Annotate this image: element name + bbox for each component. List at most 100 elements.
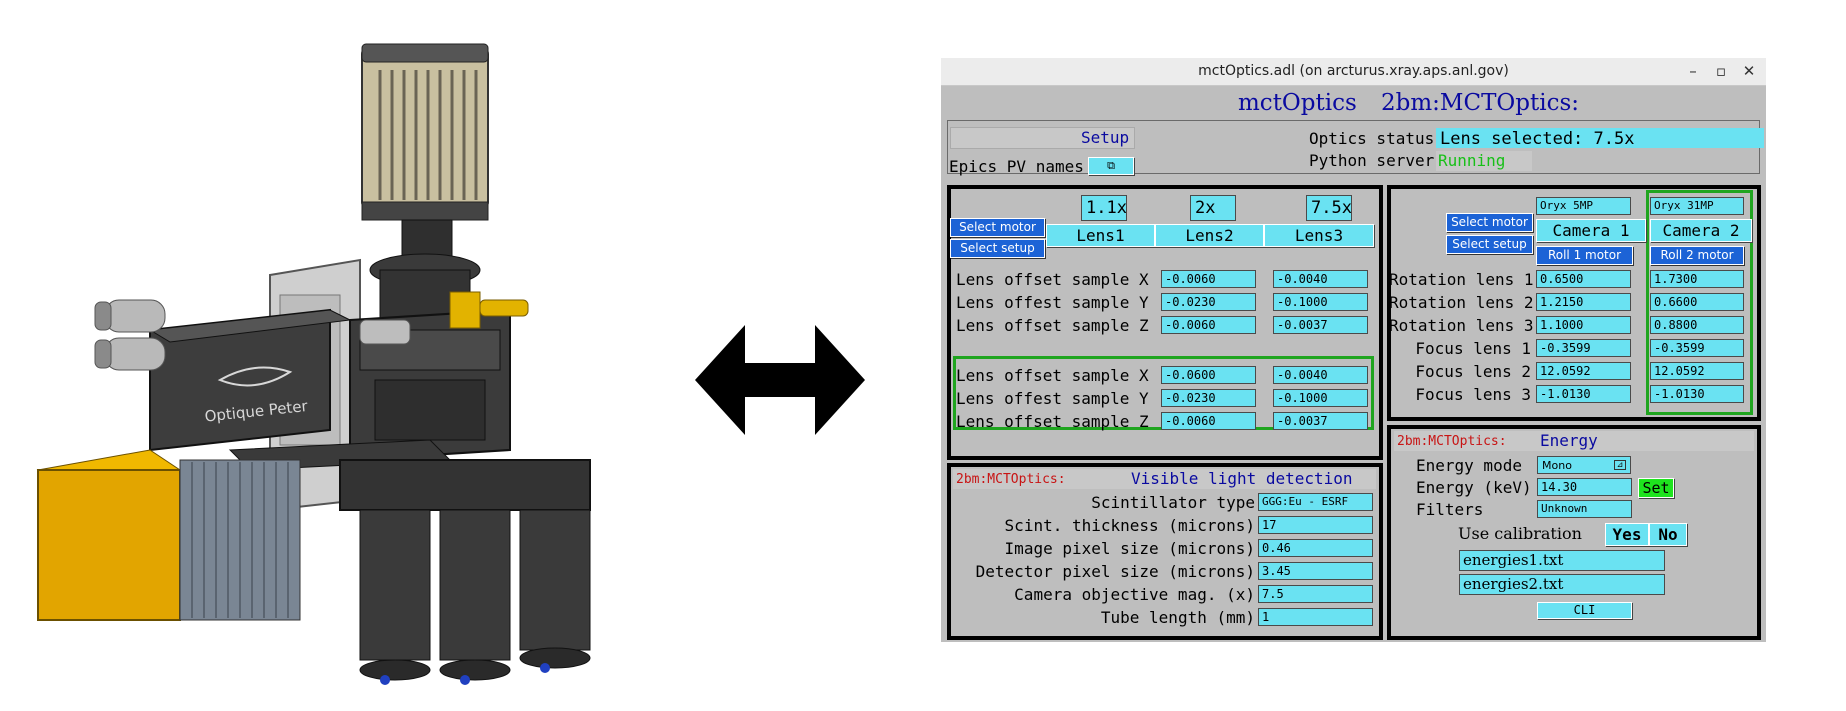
focus-lens3-cam2[interactable]: -1.0130 — [1650, 385, 1744, 403]
python-server-value: Running — [1438, 151, 1506, 170]
mctoptics-window: mctOptics.adl (on arcturus.xray.aps.anl.… — [941, 58, 1766, 642]
energy-prefix: 2bm:MCTOptics: — [1397, 434, 1507, 449]
bidirectional-arrow-icon — [695, 325, 865, 435]
close-icon[interactable]: ✕ — [1738, 61, 1760, 81]
camera-objective-mag-label: Camera objective mag. (x) — [1014, 585, 1255, 604]
energy-kev-input[interactable]: 14.30 — [1537, 478, 1632, 496]
camera2-model: Oryx 31MP — [1650, 197, 1744, 215]
detection-prefix: 2bm:MCTOptics: — [956, 472, 1066, 487]
rotation-lens3-label: Rotation lens 3 — [1389, 316, 1534, 335]
detection-title: Visible light detection — [1131, 469, 1353, 488]
offset-x-lens2[interactable]: -0.0040 — [1273, 270, 1368, 288]
rotation-lens3-cam2[interactable]: 0.8800 — [1650, 316, 1744, 334]
calibration-file1[interactable]: energies1.txt — [1459, 550, 1665, 571]
energy-set-button[interactable]: Set — [1638, 478, 1674, 498]
lens2-magnification[interactable]: 2x — [1190, 195, 1236, 221]
rotation-lens1-cam1[interactable]: 0.6500 — [1536, 270, 1631, 288]
focus-lens3-cam1[interactable]: -1.0130 — [1536, 385, 1631, 403]
detector-pixel-size-label: Detector pixel size (microns) — [975, 562, 1255, 581]
lens-select-motor-button[interactable]: Select motor — [950, 218, 1045, 237]
lens-select-setup-button[interactable]: Select setup — [950, 239, 1045, 258]
scintillator-type-label: Scintillator type — [1091, 493, 1255, 512]
calibration-yes-button[interactable]: Yes — [1605, 523, 1649, 546]
camera-select-setup-button[interactable]: Select setup — [1446, 235, 1533, 254]
window-title: mctOptics.adl (on arcturus.xray.aps.anl.… — [1198, 63, 1509, 79]
tube-length-value[interactable]: 1 — [1258, 608, 1373, 626]
offset-y-label-2: Lens offest sample Y — [956, 389, 1149, 408]
window-titlebar[interactable]: mctOptics.adl (on arcturus.xray.aps.anl.… — [941, 58, 1766, 86]
energy-title: Energy — [1540, 431, 1598, 450]
maximize-icon[interactable]: ▫ — [1710, 61, 1732, 81]
offset-x-lens2-2[interactable]: -0.0040 — [1273, 366, 1368, 384]
focus-lens2-label: Focus lens 2 — [1415, 362, 1531, 381]
energy-mode-value: Mono — [1542, 459, 1572, 472]
use-calibration-label: Use calibration — [1458, 524, 1582, 543]
camera2-button[interactable]: Camera 2 — [1650, 219, 1752, 242]
offset-y-lens1-2[interactable]: -0.0230 — [1161, 389, 1256, 407]
epics-pv-label: Epics PV names — [949, 157, 1084, 176]
offset-x-label-2: Lens offset sample X — [956, 366, 1149, 385]
offset-z-label: Lens offset sample Z — [956, 316, 1149, 335]
camera1-model: Oryx 5MP — [1536, 197, 1631, 215]
offset-z-lens2-2[interactable]: -0.0037 — [1273, 412, 1368, 430]
offset-y-lens2[interactable]: -0.1000 — [1273, 293, 1368, 311]
rotation-lens2-label: Rotation lens 2 — [1389, 293, 1534, 312]
minimize-icon[interactable]: – — [1682, 61, 1704, 81]
cli-button[interactable]: CLI — [1537, 602, 1632, 619]
roll2-motor-button[interactable]: Roll 2 motor — [1650, 246, 1744, 265]
calibration-file2[interactable]: energies2.txt — [1459, 574, 1665, 595]
rotation-lens2-cam1[interactable]: 1.2150 — [1536, 293, 1631, 311]
offset-z-label-2: Lens offset sample Z — [956, 412, 1149, 431]
image-pixel-size-label: Image pixel size (microns) — [1004, 539, 1255, 558]
filters-value: Unknown — [1537, 500, 1632, 518]
lens3-magnification[interactable]: 7.5x — [1306, 195, 1352, 221]
offset-z-lens1-2[interactable]: -0.0060 — [1161, 412, 1256, 430]
epics-pv-button[interactable]: ⧉ — [1088, 157, 1134, 175]
tube-length-label: Tube length (mm) — [1100, 608, 1255, 627]
python-server-label: Python server — [1309, 151, 1435, 170]
optics-status-value: Lens selected: 7.5x — [1436, 128, 1764, 148]
offset-z-lens2[interactable]: -0.0037 — [1273, 316, 1368, 334]
camera-objective-mag-value[interactable]: 7.5 — [1258, 585, 1373, 603]
rotation-lens3-cam1[interactable]: 1.1000 — [1536, 316, 1631, 334]
lens2-button[interactable]: Lens2 — [1155, 224, 1264, 247]
detector-pixel-size-value[interactable]: 3.45 — [1258, 562, 1373, 580]
lens1-button[interactable]: Lens1 — [1046, 224, 1155, 247]
focus-lens2-cam1[interactable]: 12.0592 — [1536, 362, 1631, 380]
focus-lens3-label: Focus lens 3 — [1415, 385, 1531, 404]
roll1-motor-button[interactable]: Roll 1 motor — [1536, 246, 1633, 265]
menu-caret-icon: ⊿ — [1614, 460, 1626, 470]
focus-lens2-cam2[interactable]: 12.0592 — [1650, 362, 1744, 380]
focus-lens1-label: Focus lens 1 — [1415, 339, 1531, 358]
camera-select-motor-button[interactable]: Select motor — [1446, 213, 1533, 232]
offset-z-lens1[interactable]: -0.0060 — [1161, 316, 1256, 334]
image-pixel-size-value[interactable]: 0.46 — [1258, 539, 1373, 557]
rotation-lens1-label: Rotation lens 1 — [1389, 270, 1534, 289]
offset-y-label: Lens offest sample Y — [956, 293, 1149, 312]
offset-y-lens1[interactable]: -0.0230 — [1161, 293, 1256, 311]
setup-label: Setup — [1081, 128, 1130, 147]
energy-kev-label: Energy (keV) — [1416, 478, 1532, 497]
focus-lens1-cam1[interactable]: -0.3599 — [1536, 339, 1631, 357]
energy-mode-menu[interactable]: Mono ⊿ — [1537, 456, 1631, 474]
filters-label: Filters — [1416, 500, 1484, 519]
scint-thickness-label: Scint. thickness (microns) — [1004, 516, 1255, 535]
offset-x-lens1-2[interactable]: -0.0600 — [1161, 366, 1256, 384]
scint-thickness-value[interactable]: 17 — [1258, 516, 1373, 534]
offset-x-lens1[interactable]: -0.0060 — [1161, 270, 1256, 288]
camera1-button[interactable]: Camera 1 — [1536, 219, 1646, 242]
lens3-button[interactable]: Lens3 — [1264, 224, 1374, 247]
app-name: mctOptics — [1238, 90, 1357, 116]
pv-prefix: 2bm:MCTOptics: — [1381, 90, 1580, 116]
energy-mode-label: Energy mode — [1416, 456, 1522, 475]
lens1-magnification[interactable]: 1.1x — [1081, 195, 1127, 221]
calibration-no-button[interactable]: No — [1649, 523, 1687, 546]
rotation-lens1-cam2[interactable]: 1.7300 — [1650, 270, 1744, 288]
scintillator-type-value[interactable]: GGG:Eu - ESRF — [1258, 493, 1373, 511]
offset-x-label: Lens offset sample X — [956, 270, 1149, 289]
optics-status-label: Optics status — [1309, 129, 1435, 148]
rotation-lens2-cam2[interactable]: 0.6600 — [1650, 293, 1744, 311]
focus-lens1-cam2[interactable]: -0.3599 — [1650, 339, 1744, 357]
optique-peter-microscope-illustration: Optique Peter — [36, 43, 591, 685]
offset-y-lens2-2[interactable]: -0.1000 — [1273, 389, 1368, 407]
